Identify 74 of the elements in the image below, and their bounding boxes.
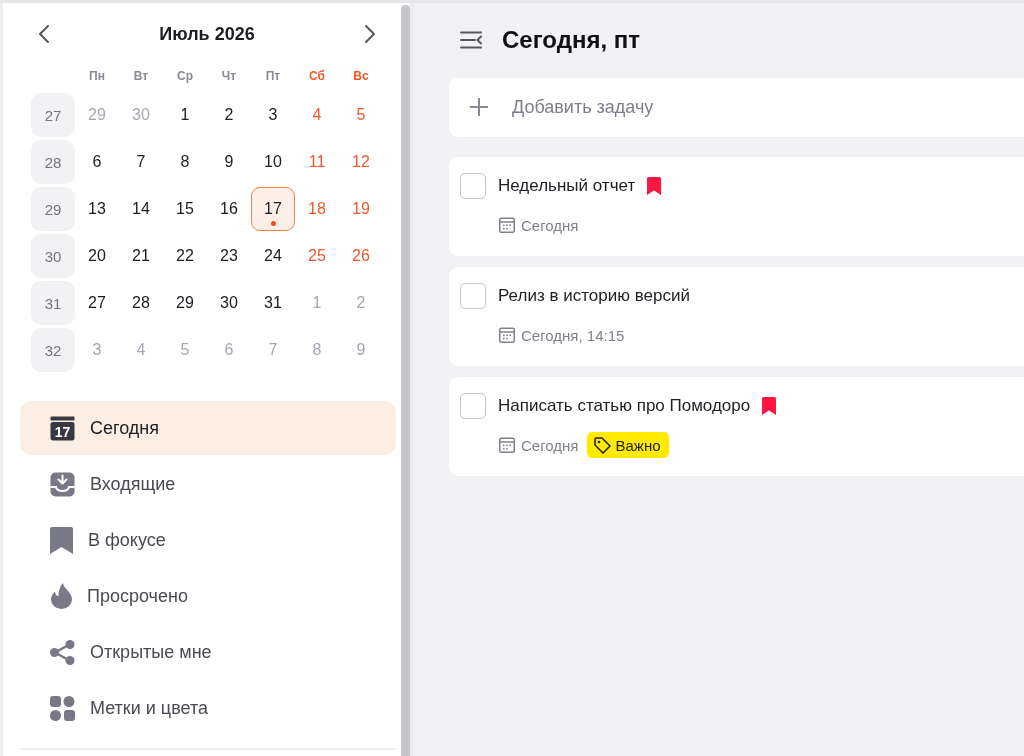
- task-title: Написать статью про Помодоро: [498, 396, 751, 416]
- nav-item[interactable]: В фокусе: [20, 513, 396, 567]
- checkbox[interactable]: [460, 393, 486, 419]
- month-title: Июль 2026: [159, 23, 255, 45]
- weekday-label: Пн: [88, 68, 106, 85]
- weekday-label: Вт: [132, 68, 150, 85]
- calendar-day[interactable]: 20: [75, 234, 119, 278]
- calendar-day[interactable]: 28: [119, 281, 163, 325]
- calendar-day[interactable]: 25: [295, 234, 339, 278]
- add-task-field[interactable]: Добавить задачу: [449, 78, 1024, 137]
- calendar-day[interactable]: 16: [207, 187, 251, 231]
- calendar-day[interactable]: 4: [295, 93, 339, 137]
- checkbox[interactable]: [460, 173, 486, 199]
- weekday-label: Чт: [220, 68, 238, 85]
- bookmark-icon: [50, 526, 73, 554]
- weekday-label: Ср: [176, 68, 194, 85]
- due-date: Сегодня: [521, 436, 579, 454]
- week-number: 28: [31, 140, 75, 184]
- calendar-icon: [499, 217, 515, 233]
- calendar-day[interactable]: 14: [119, 187, 163, 231]
- scrollbar-thumb[interactable]: [401, 5, 410, 756]
- task-title: Релиз в историю версий: [498, 286, 690, 306]
- calendar-day[interactable]: 2: [207, 93, 251, 137]
- weekday-label: Вс: [352, 68, 370, 85]
- nav-item[interactable]: Входящие: [20, 457, 396, 511]
- week-number: 32: [31, 328, 75, 372]
- calendar-day[interactable]: 1: [163, 93, 207, 137]
- inbox-icon: [50, 471, 75, 497]
- calendar-day[interactable]: 29: [163, 281, 207, 325]
- calendar-day[interactable]: 27: [75, 281, 119, 325]
- calendar-day[interactable]: 24: [251, 234, 295, 278]
- nav-item[interactable]: Просрочено: [20, 569, 396, 623]
- week-number: 31: [31, 281, 75, 325]
- calendar-icon: [499, 437, 515, 453]
- calendar-day[interactable]: 18: [295, 187, 339, 231]
- due-date: Сегодня: [521, 216, 579, 234]
- nav-item[interactable]: Открытые мне: [20, 625, 396, 679]
- calendar-day[interactable]: 7: [119, 140, 163, 184]
- calendar-day[interactable]: 23: [207, 234, 251, 278]
- calendar-day[interactable]: 10: [251, 140, 295, 184]
- chevron-left-icon[interactable]: [38, 24, 50, 44]
- flame-icon: [50, 583, 72, 609]
- calendar-icon: [499, 327, 515, 343]
- task-title: Недельный отчет: [498, 176, 636, 196]
- week-number: 30: [31, 234, 75, 278]
- calendar-day[interactable]: 22: [163, 234, 207, 278]
- weekday-label: Пт: [264, 68, 282, 85]
- calendar-day[interactable]: 21: [119, 234, 163, 278]
- checkbox[interactable]: [460, 283, 486, 309]
- calendar-day[interactable]: 15: [163, 187, 207, 231]
- tag-label: Важно: [615, 436, 661, 454]
- page-title: Сегодня, пт: [502, 26, 641, 54]
- share-icon: [50, 639, 75, 665]
- calendar-day[interactable]: 26: [339, 234, 383, 278]
- calendar-day[interactable]: 30: [207, 281, 251, 325]
- nav-item[interactable]: Метки и цвета: [20, 681, 396, 735]
- calendar-day[interactable]: 3: [251, 93, 295, 137]
- calendar-day[interactable]: 17: [251, 187, 295, 231]
- menu-collapse-icon[interactable]: [460, 31, 482, 49]
- week-number: 27: [31, 93, 75, 137]
- calendar-day[interactable]: 9: [207, 140, 251, 184]
- tiles-icon: [50, 695, 75, 721]
- plus-icon: [470, 98, 488, 116]
- calendar-day[interactable]: 6: [75, 140, 119, 184]
- calendar-day[interactable]: 19: [339, 187, 383, 231]
- nav-item[interactable]: 17 Сегодня: [20, 401, 396, 455]
- tag-icon: [593, 436, 611, 454]
- weekday-label: Сб: [308, 68, 326, 85]
- calendar-day[interactable]: 8: [163, 140, 207, 184]
- calendar-day[interactable]: 13: [75, 187, 119, 231]
- calendar-day[interactable]: 31: [251, 281, 295, 325]
- chevron-right-icon[interactable]: [364, 24, 376, 44]
- week-number: 29: [31, 187, 75, 231]
- due-date: Сегодня, 14:15: [521, 326, 625, 344]
